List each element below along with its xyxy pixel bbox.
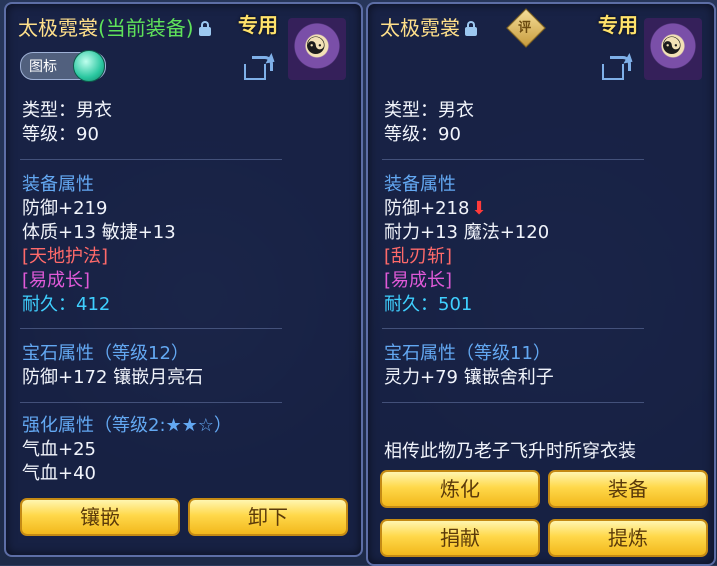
item-level: 等级：90 xyxy=(22,124,99,145)
divider xyxy=(382,402,644,403)
toggle-knob xyxy=(73,50,105,82)
item-type: 类型：男衣 xyxy=(22,100,112,121)
attr-defense: 防御+218 ⬇ xyxy=(384,198,487,220)
item-type: 类型：男衣 xyxy=(384,100,474,121)
taiji-avatar-icon xyxy=(288,18,346,80)
divider xyxy=(20,328,282,329)
item-title-bar: 太极霓裳 xyxy=(380,12,477,41)
section-enhance-attributes: 强化属性（等级2:★★☆） xyxy=(22,415,232,436)
item-level: 等级：90 xyxy=(384,124,461,145)
inlay-button[interactable]: 镶嵌 xyxy=(20,498,180,536)
divider xyxy=(20,402,282,403)
extract-button[interactable]: 提炼 xyxy=(548,519,708,557)
section-equip-attributes: 装备属性 xyxy=(22,174,94,195)
section-gem-attributes: 宝石属性（等级12） xyxy=(22,343,189,364)
section-equip-attributes: 装备属性 xyxy=(384,174,456,195)
special-effect: [易成长] xyxy=(22,270,91,291)
durability: 耐久：412 xyxy=(22,294,111,315)
gem-attr: 防御+172 镶嵌月亮石 xyxy=(22,367,204,388)
item-title-bar: 太极霓裳 (当前装备) xyxy=(18,12,211,41)
divider xyxy=(382,159,644,160)
refine-button[interactable]: 炼化 xyxy=(380,470,540,508)
exclusive-tag: 专用 xyxy=(238,13,278,37)
enhance-attr-1: 气血+25 xyxy=(22,439,96,460)
item-description: 相传此物乃老子飞升时所穿衣装 xyxy=(384,441,636,462)
donate-button[interactable]: 捐献 xyxy=(380,519,540,557)
lock-icon xyxy=(465,20,477,36)
item-title: 太极霓裳 xyxy=(380,16,460,40)
equipped-item-panel: 太极霓裳 (当前装备) 专用 图标 类型：男衣 等级：90 装备属性 防御+21… xyxy=(4,2,363,557)
down-arrow-icon: ⬇ xyxy=(471,198,487,219)
attr-defense: 防御+219 xyxy=(22,198,108,219)
attr-defense-value: 防御+218 xyxy=(384,198,470,219)
exclusive-tag: 专用 xyxy=(598,13,638,37)
equip-button[interactable]: 装备 xyxy=(548,470,708,508)
divider xyxy=(20,159,282,160)
icon-toggle[interactable]: 图标 xyxy=(20,50,106,82)
special-skill: [乱刃斩] xyxy=(384,246,453,267)
special-skill: [天地护法] xyxy=(22,246,109,267)
gem-attr: 灵力+79 镶嵌舍利子 xyxy=(384,367,554,388)
attr-stats: 体质+13 敏捷+13 xyxy=(22,222,176,243)
rating-badge-label: 评 xyxy=(518,20,532,36)
share-icon[interactable] xyxy=(244,53,278,80)
divider xyxy=(382,328,644,329)
toggle-label: 图标 xyxy=(29,59,57,75)
item-title: 太极霓裳 xyxy=(18,16,98,40)
attr-stats: 耐力+13 魔法+120 xyxy=(384,222,550,243)
section-gem-attributes: 宝石属性（等级11） xyxy=(384,343,551,364)
rating-badge[interactable]: 评 xyxy=(506,8,546,48)
compare-item-panel: 太极霓裳 评 专用 类型：男衣 等级：90 装备属性 防御+218⬇ 耐力+13… xyxy=(366,2,716,566)
durability: 耐久：501 xyxy=(384,294,473,315)
lock-icon xyxy=(198,20,211,36)
unequip-button[interactable]: 卸下 xyxy=(188,498,348,536)
taiji-avatar-icon xyxy=(644,18,702,80)
current-equipped-label: (当前装备) xyxy=(98,16,194,40)
special-effect: [易成长] xyxy=(384,270,453,291)
share-icon[interactable] xyxy=(602,53,636,80)
enhance-attr-2: 气血+40 xyxy=(22,463,96,484)
